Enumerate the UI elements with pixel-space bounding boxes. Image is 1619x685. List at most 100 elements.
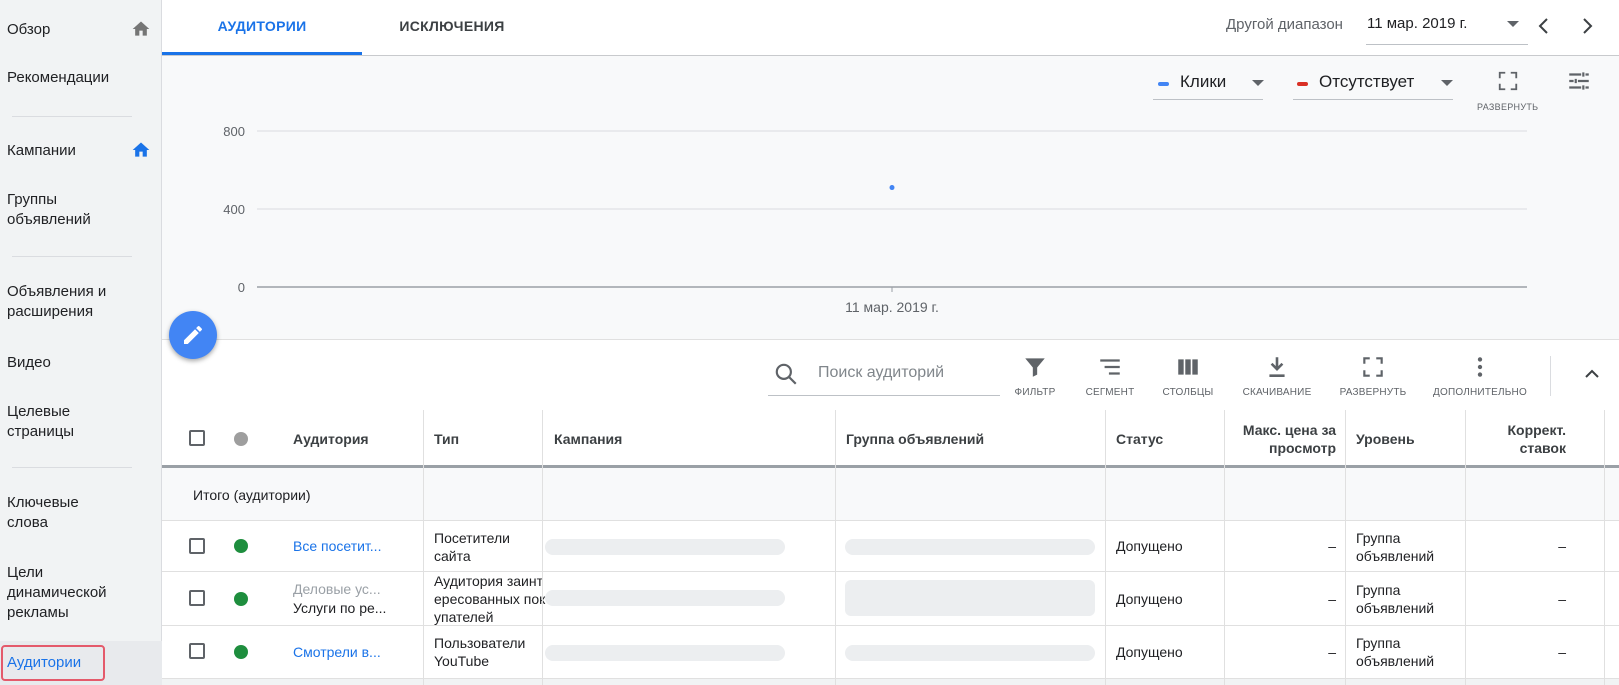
- sidebar-divider: [12, 467, 132, 468]
- status-dot-enabled: [234, 539, 248, 553]
- y-tick-label: 0: [238, 280, 245, 295]
- sidebar-item-label: Рекомендации: [7, 69, 110, 86]
- status-text: Допущено: [1116, 591, 1183, 607]
- sidebar-item-label: Видео: [7, 354, 51, 371]
- campaign-name-redacted[interactable]: [545, 539, 785, 555]
- sidebar-nav: Обзор Рекомендации Кампании Группы объяв…: [0, 0, 162, 685]
- row-checkbox[interactable]: [189, 643, 205, 659]
- sidebar-item-campaigns[interactable]: Кампании: [7, 141, 147, 161]
- tab-exclusions[interactable]: ИСКЛЮЧЕНИЯ: [362, 0, 542, 55]
- sidebar-item-keywords[interactable]: Ключевые слова: [7, 493, 97, 533]
- audience-name-link[interactable]: Смотрели в...: [293, 643, 381, 661]
- bid-adj-value: –: [1558, 644, 1566, 660]
- sidebar-item-ads-extensions[interactable]: Объявления и расширения: [7, 282, 127, 322]
- download-icon[interactable]: [1264, 354, 1290, 380]
- col-header-max-cpv[interactable]: Макс. цена за просмотр: [1232, 421, 1336, 457]
- date-range-label: Другой диапазон: [1226, 16, 1343, 33]
- chart-plot: 0 400 800 11 мар. 2019 г.: [223, 124, 1527, 315]
- sidebar-item-dynamic-ad-targets[interactable]: Цели динамической рекламы: [7, 563, 127, 623]
- ad-group-name-redacted[interactable]: [845, 645, 1095, 661]
- chevron-down-icon[interactable]: [1507, 21, 1519, 27]
- col-header-type[interactable]: Тип: [434, 430, 459, 448]
- table-header: Аудитория Тип Кампания Группа объявлений…: [162, 410, 1619, 468]
- sidebar-item-overview[interactable]: Обзор: [7, 20, 147, 40]
- columns-icon[interactable]: [1175, 354, 1201, 380]
- col-header-bid-adj[interactable]: Коррект. ставок: [1482, 421, 1566, 457]
- home-icon[interactable]: [131, 19, 151, 39]
- level-value: Группа объявлений: [1356, 635, 1435, 669]
- campaign-name-redacted[interactable]: [545, 645, 785, 661]
- y-tick-label: 800: [223, 124, 245, 139]
- audience-name-text[interactable]: Услуги по ре...: [293, 599, 386, 617]
- search-icon[interactable]: [773, 361, 799, 387]
- ad-group-name-redacted[interactable]: [845, 580, 1095, 616]
- audience-type: Посетители сайта: [434, 530, 510, 564]
- col-header-ad-group[interactable]: Группа объявлений: [846, 430, 984, 448]
- expand-button-label[interactable]: РАЗВЕРНУТЬ: [1335, 387, 1411, 398]
- max-cpv-value: –: [1328, 591, 1336, 607]
- audience-type-container: Аудитория заинтересованных покупателей: [434, 572, 546, 626]
- edit-fab-button[interactable]: [169, 311, 217, 359]
- chevron-up-icon[interactable]: [1580, 362, 1604, 386]
- column-separator: [423, 410, 424, 685]
- select-all-checkbox[interactable]: [189, 430, 205, 446]
- col-header-audience[interactable]: Аудитория: [293, 430, 369, 448]
- col-header-status[interactable]: Статус: [1116, 430, 1163, 448]
- table-row[interactable]: Смотрели в... Пользователи YouTube Допущ…: [162, 626, 1619, 679]
- sidebar-item-label: Кампании: [7, 142, 76, 159]
- col-header-level[interactable]: Уровень: [1356, 430, 1415, 448]
- date-range-select[interactable]: 11 мар. 2019 г.: [1367, 15, 1467, 32]
- column-separator: [1224, 410, 1225, 685]
- table-row[interactable]: Все посетит... Посетители сайта Допущено…: [162, 521, 1619, 572]
- max-cpv-value: –: [1328, 538, 1336, 554]
- toolbar-divider: [1550, 356, 1551, 396]
- max-cpv-value: –: [1328, 644, 1336, 660]
- audience-type: Аудитория заинтересованных покупателей: [434, 573, 546, 625]
- audience-name-link[interactable]: Все посетит...: [293, 537, 381, 555]
- table-row[interactable]: Деловые ус... Услуги по ре... Аудитория …: [162, 572, 1619, 626]
- segment-button-label[interactable]: СЕГМЕНТ: [1079, 387, 1141, 398]
- y-tick-label: 400: [223, 202, 245, 217]
- tab-audiences[interactable]: АУДИТОРИИ: [162, 0, 362, 55]
- col-header-campaign[interactable]: Кампания: [554, 430, 622, 448]
- filter-icon[interactable]: [1022, 354, 1048, 380]
- sidebar-item-label: Целевые страницы: [7, 403, 75, 440]
- chevron-right-icon[interactable]: [1575, 14, 1599, 38]
- sidebar-item-label: Аудитории: [7, 654, 82, 671]
- column-separator: [1345, 410, 1346, 685]
- level-value: Группа объявлений: [1356, 582, 1435, 616]
- search-underline: [768, 395, 1000, 396]
- sidebar-item-label: Обзор: [7, 21, 51, 38]
- campaign-name-redacted[interactable]: [545, 590, 785, 606]
- fullscreen-icon[interactable]: [1360, 354, 1386, 380]
- table-footer-strip: [162, 679, 1619, 685]
- segment-icon[interactable]: [1097, 354, 1123, 380]
- status-text: Допущено: [1116, 644, 1183, 660]
- column-separator: [1604, 410, 1605, 685]
- ad-group-name-redacted[interactable]: [845, 539, 1095, 555]
- sidebar-divider: [12, 116, 132, 117]
- filter-button-label[interactable]: ФИЛЬТР: [1005, 387, 1065, 398]
- sidebar-item-label: Цели динамической рекламы: [7, 564, 107, 621]
- status-dot-enabled: [234, 645, 248, 659]
- row-checkbox[interactable]: [189, 538, 205, 554]
- download-button-label[interactable]: СКАЧИВАНИЕ: [1236, 387, 1318, 398]
- date-range-underline: [1366, 44, 1528, 45]
- level-value: Группа объявлений: [1356, 530, 1435, 564]
- data-point[interactable]: [889, 185, 895, 191]
- sidebar-item-label: Объявления и расширения: [7, 283, 107, 320]
- total-label: Итого (аудитории): [193, 487, 311, 503]
- more-button-label[interactable]: ДОПОЛНИТЕЛЬНО: [1430, 387, 1530, 398]
- columns-button-label[interactable]: СТОЛБЦЫ: [1155, 387, 1221, 398]
- sidebar-item-audiences[interactable]: Аудитории: [7, 653, 147, 673]
- sidebar-item-video[interactable]: Видео: [7, 353, 147, 373]
- sidebar-item-ad-groups[interactable]: Группы объявлений: [7, 190, 117, 230]
- search-input[interactable]: Поиск аудиторий: [818, 364, 944, 382]
- more-vert-icon[interactable]: [1467, 354, 1493, 380]
- row-checkbox[interactable]: [189, 590, 205, 606]
- chevron-left-icon[interactable]: [1532, 14, 1556, 38]
- home-icon[interactable]: [131, 140, 151, 160]
- sidebar-item-recommendations[interactable]: Рекомендации: [7, 68, 147, 88]
- sidebar-item-landing-pages[interactable]: Целевые страницы: [7, 402, 97, 442]
- sidebar-item-label: Группы объявлений: [7, 191, 91, 228]
